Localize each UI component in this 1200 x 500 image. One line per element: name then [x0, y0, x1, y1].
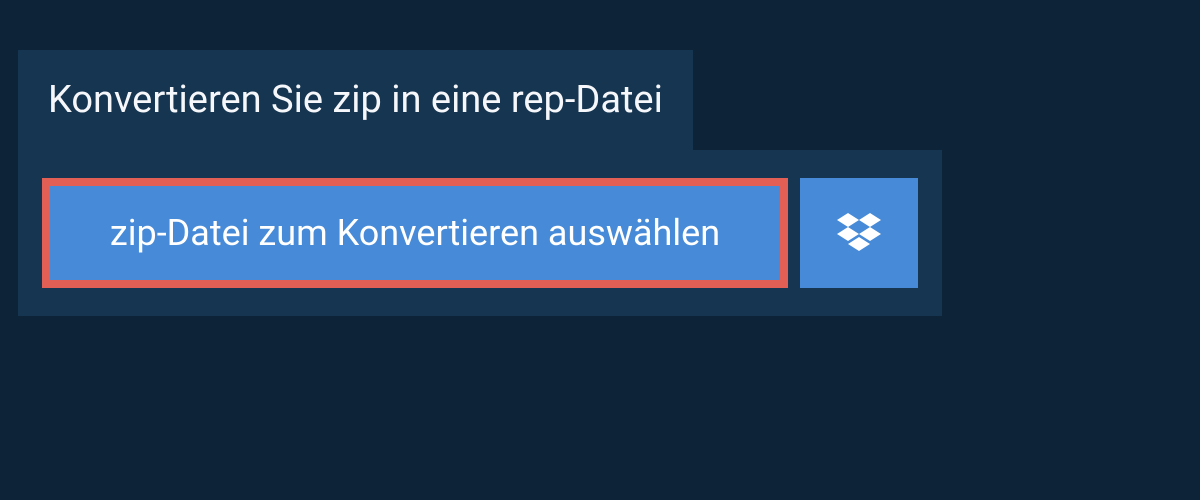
select-file-button-label: zip-Datei zum Konvertieren auswählen — [110, 212, 720, 254]
dropbox-icon — [837, 213, 881, 253]
header-bar: Konvertieren Sie zip in eine rep-Datei — [18, 50, 693, 150]
select-file-button[interactable]: zip-Datei zum Konvertieren auswählen — [42, 178, 788, 288]
button-row: zip-Datei zum Konvertieren auswählen — [42, 178, 918, 288]
upload-panel: zip-Datei zum Konvertieren auswählen — [18, 150, 942, 316]
dropbox-button[interactable] — [800, 178, 918, 288]
page-title: Konvertieren Sie zip in eine rep-Datei — [48, 78, 663, 122]
